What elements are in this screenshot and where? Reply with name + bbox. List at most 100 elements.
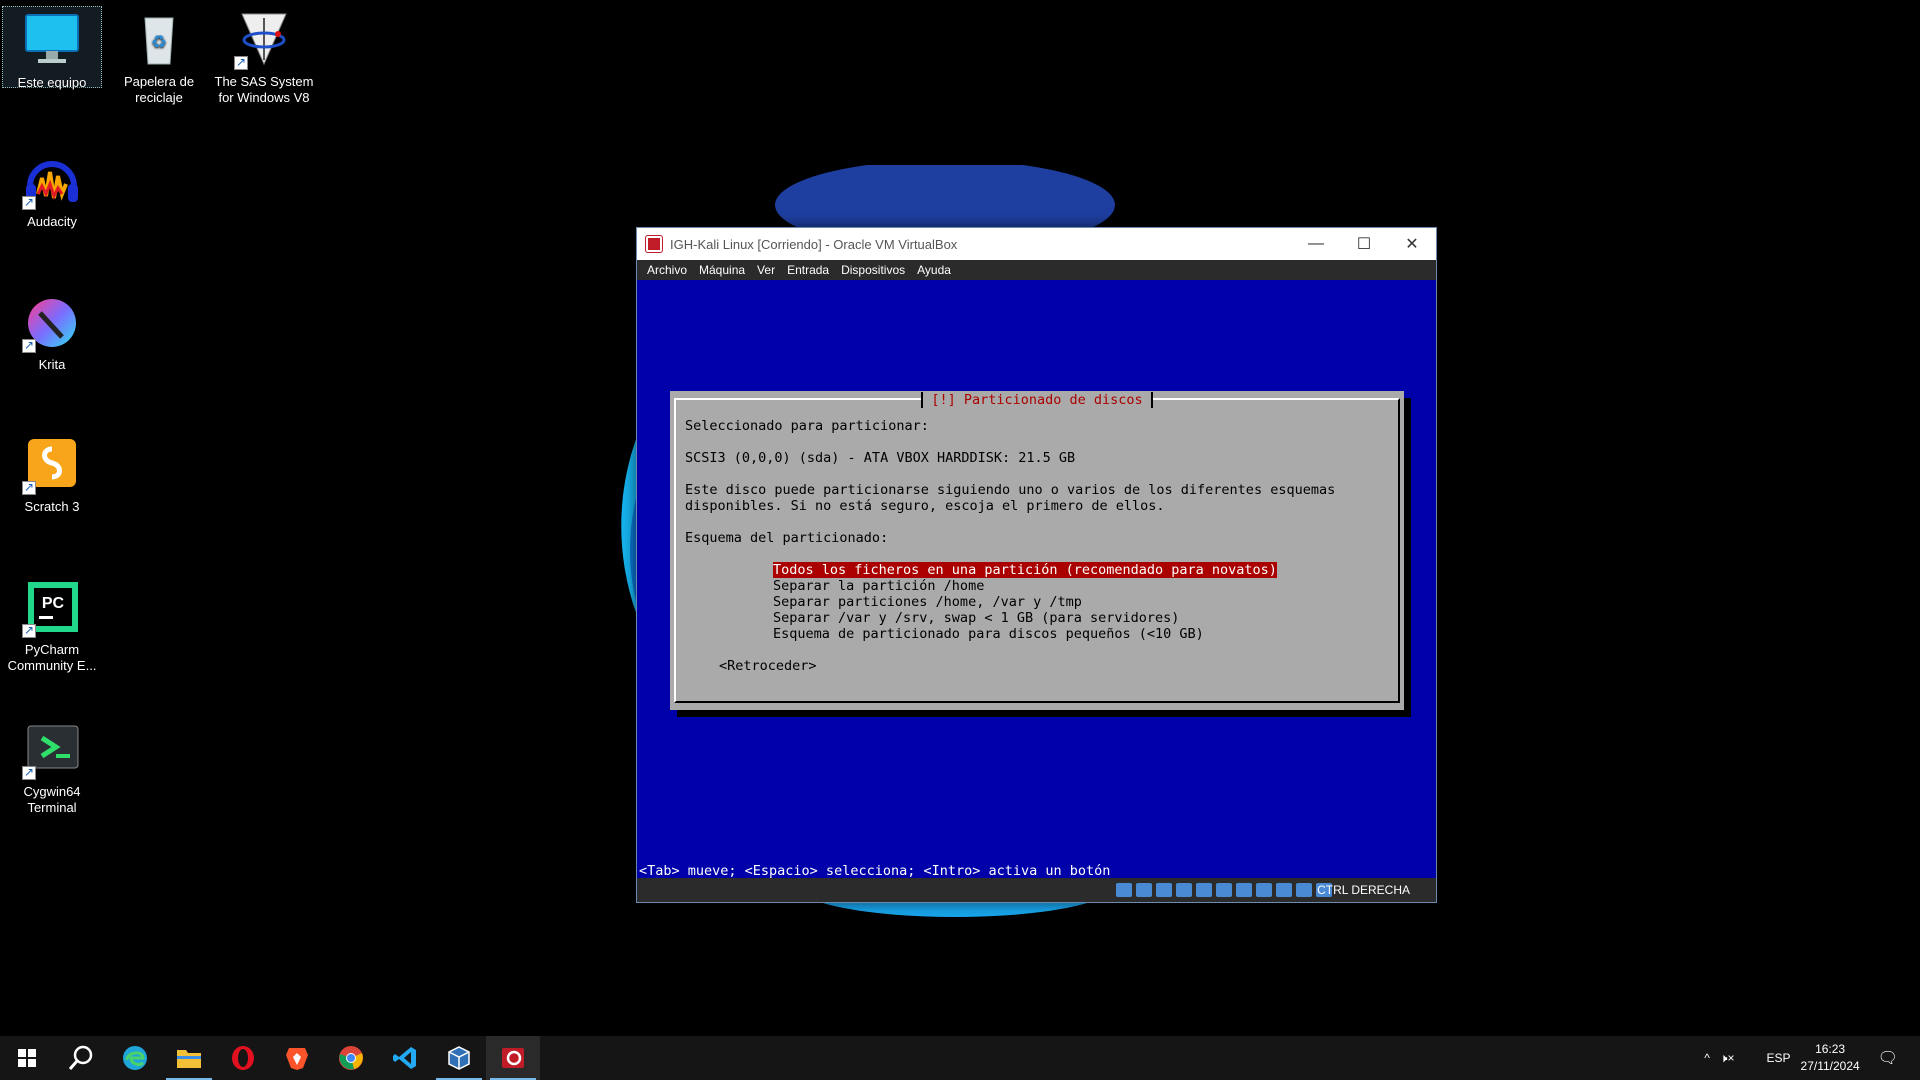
status-icons (1116, 883, 1332, 897)
clock-time: 16:23 (1815, 1042, 1846, 1056)
clock[interactable]: 16:23 27/11/2024 (1801, 1041, 1860, 1075)
option-all-in-one[interactable]: Todos los ficheros en una partición (rec… (773, 562, 1277, 578)
edge-icon (123, 1046, 147, 1070)
opera-icon (232, 1046, 254, 1070)
shortcut-arrow-icon (22, 479, 36, 495)
desktop-icon-label: PyCharm Community E... (7, 642, 97, 673)
recording-icon[interactable] (1256, 883, 1272, 897)
virtualbox-window[interactable]: IGH-Kali Linux [Corriendo] - Oracle VM V… (636, 227, 1437, 903)
volume-muted-icon[interactable]: 🕨× (1720, 1051, 1735, 1066)
maximize-button[interactable]: ☐ (1340, 228, 1388, 260)
desktop-icon-scratch[interactable]: Scratch 3 (2, 435, 102, 515)
display-icon[interactable] (1236, 883, 1252, 897)
shortcut-arrow-icon (22, 194, 36, 210)
desktop-icon-este-equipo[interactable]: Este equipo (2, 6, 102, 90)
menu-ver[interactable]: Ver (757, 263, 775, 277)
search-icon (68, 1045, 93, 1070)
usb-icon[interactable] (1196, 883, 1212, 897)
svg-text:♻: ♻ (151, 32, 167, 52)
option-separate-home[interactable]: Separar la partición /home (773, 578, 984, 594)
taskbar-opera[interactable] (216, 1036, 270, 1080)
notifications-icon[interactable]: 🗨 (1878, 1048, 1898, 1068)
network-icon[interactable] (1176, 883, 1192, 897)
chrome-icon (339, 1046, 363, 1070)
back-button[interactable]: <Retroceder> (719, 658, 817, 674)
menu-entrada[interactable]: Entrada (787, 263, 829, 277)
taskbar-brave[interactable] (270, 1036, 324, 1080)
pycharm-icon: PC (22, 578, 82, 638)
keyboard-hint: <Tab> mueve; <Espacio> selecciona; <Intr… (639, 863, 1111, 879)
system-tray: ^ 🕨× ESP 16:23 27/11/2024 🗨 (1704, 1036, 1920, 1080)
vm-status-bar: CTRL DERECHA (637, 878, 1436, 902)
menu-archivo[interactable]: Archivo (647, 263, 687, 277)
desktop-icon-label: Scratch 3 (24, 499, 80, 514)
show-hidden-icons-icon[interactable]: ^ (1704, 1051, 1710, 1065)
dialog-title: [!] Particionado de discos (921, 392, 1153, 408)
taskbar-edge[interactable] (108, 1036, 162, 1080)
file-explorer-icon (177, 1050, 201, 1068)
taskbar: ^ 🕨× ESP 16:23 27/11/2024 🗨 (0, 1036, 1920, 1080)
search-button[interactable] (54, 1036, 108, 1080)
disk-label: SCSI3 (0,0,0) (sda) - ATA VBOX HARDDISK:… (685, 450, 1076, 466)
desktop-icon-label: Krita (38, 357, 66, 372)
language-indicator[interactable]: ESP (1767, 1051, 1791, 1065)
audacity-icon (22, 150, 82, 210)
dialog-title-row: [!] Particionado de discos (670, 392, 1404, 408)
option-separate-home-var-tmp[interactable]: Separar particiones /home, /var y /tmp (773, 594, 1082, 610)
desktop-icon-audacity[interactable]: Audacity (2, 150, 102, 230)
virtualbox-app-icon (645, 235, 663, 253)
minimize-button[interactable]: — (1292, 228, 1340, 260)
mouse-integration-icon[interactable] (1296, 883, 1312, 897)
desktop-icon-label: Audacity (27, 214, 77, 229)
monitor-icon (22, 11, 82, 71)
title-bar[interactable]: IGH-Kali Linux [Corriendo] - Oracle VM V… (637, 228, 1436, 260)
hard-disk-icon[interactable] (1116, 883, 1132, 897)
window-title: IGH-Kali Linux [Corriendo] - Oracle VM V… (670, 236, 958, 252)
menu-ayuda[interactable]: Ayuda (917, 263, 951, 277)
desktop-icon-sas[interactable]: The SAS System for Windows V8 (214, 10, 314, 106)
start-button[interactable] (0, 1036, 54, 1080)
description-line-1: Este disco puede particionarse siguiendo… (685, 482, 1336, 498)
virtualbox-icon (448, 1046, 470, 1070)
desktop-icon-label: The SAS System for Windows V8 (214, 74, 314, 105)
desktop-icon-label: Cygwin64 Terminal (23, 784, 81, 815)
audio-icon[interactable] (1156, 883, 1172, 897)
cygwin-icon (22, 720, 82, 780)
shortcut-arrow-icon (22, 622, 36, 638)
desktop-icon-pycharm[interactable]: PC PyCharm Community E... (2, 578, 102, 674)
desktop: Este equipo ♻ Papelera de reciclaje The … (0, 0, 1920, 1036)
partition-dialog: [!] Particionado de discos Seleccionado … (670, 391, 1404, 710)
taskbar-vscode[interactable] (378, 1036, 432, 1080)
clock-date: 27/11/2024 (1800, 1059, 1860, 1073)
taskbar-kali-vm[interactable] (486, 1036, 540, 1080)
menu-maquina[interactable]: Máquina (699, 263, 745, 277)
sas-icon (234, 10, 294, 70)
desktop-icon-cygwin[interactable]: Cygwin64 Terminal (2, 720, 102, 816)
cpu-icon[interactable] (1276, 883, 1292, 897)
selected-label: Seleccionado para particionar: (685, 418, 929, 434)
menu-dispositivos[interactable]: Dispositivos (841, 263, 905, 277)
brave-icon (286, 1048, 308, 1070)
desktop-icon-papelera[interactable]: ♻ Papelera de reciclaje (109, 10, 209, 106)
option-small-disks[interactable]: Esquema de particionado para discos pequ… (773, 626, 1204, 642)
taskbar-chrome[interactable] (324, 1036, 378, 1080)
desktop-icon-label: Papelera de reciclaje (123, 74, 195, 105)
desktop-icon-label: Este equipo (17, 75, 87, 90)
option-separate-var-srv[interactable]: Separar /var y /srv, swap < 1 GB (para s… (773, 610, 1179, 626)
shared-folders-icon[interactable] (1216, 883, 1232, 897)
close-button[interactable]: ✕ (1388, 228, 1436, 260)
shortcut-arrow-icon (22, 764, 36, 780)
desktop-icon-krita[interactable]: Krita (2, 293, 102, 373)
menu-bar: Archivo Máquina Ver Entrada Dispositivos… (637, 260, 1436, 280)
vscode-icon (393, 1047, 416, 1069)
recycle-bin-icon: ♻ (129, 10, 189, 70)
vm-screen[interactable]: [!] Particionado de discos Seleccionado … (637, 280, 1436, 879)
start-icon (18, 1049, 36, 1067)
taskbar-virtualbox[interactable] (432, 1036, 486, 1080)
scratch-icon (22, 435, 82, 495)
svg-text:PC: PC (42, 595, 65, 612)
optical-drive-icon[interactable] (1136, 883, 1152, 897)
shortcut-arrow-icon (234, 54, 248, 70)
host-key-label: CTRL DERECHA (1317, 883, 1410, 897)
taskbar-file-explorer[interactable] (162, 1036, 216, 1080)
